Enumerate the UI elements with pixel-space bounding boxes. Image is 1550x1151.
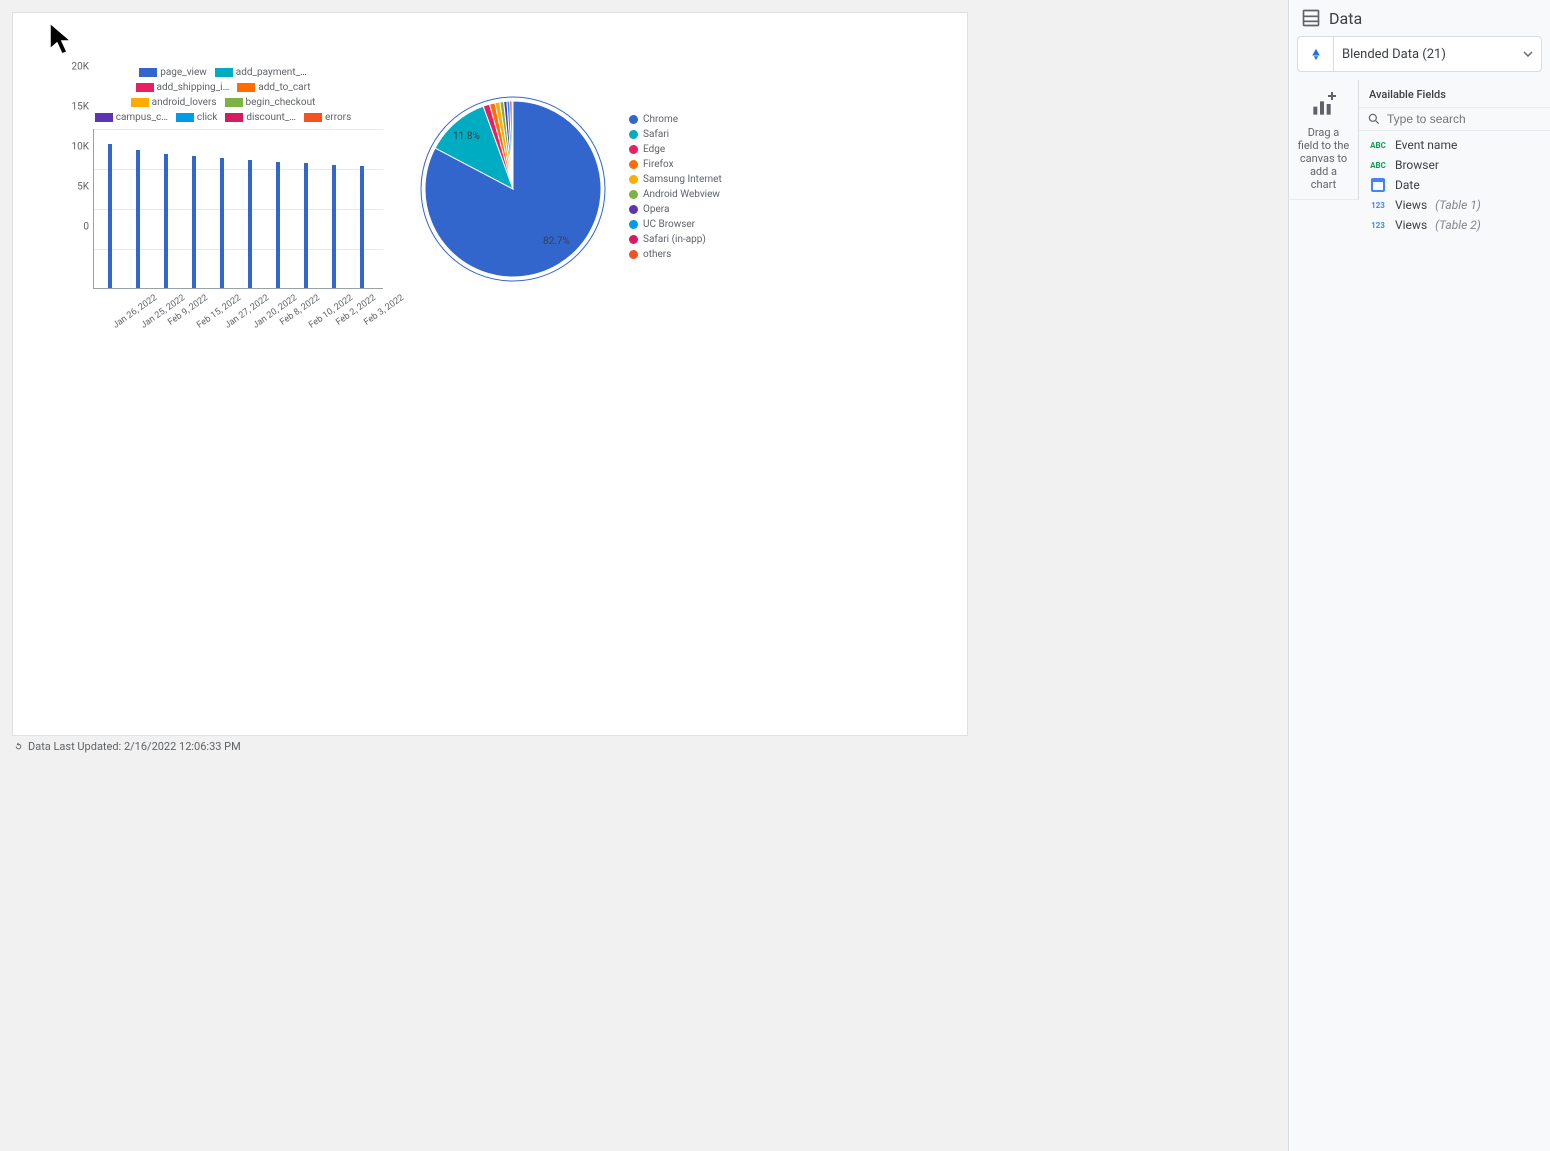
chevron-down-icon	[1523, 49, 1533, 59]
legend-item: add_shipping_i…	[136, 82, 230, 93]
legend-item: others	[629, 249, 722, 260]
legend-item: Samsung Internet	[629, 174, 722, 185]
field-type-icon: 123	[1367, 201, 1389, 210]
svg-text:82.7%: 82.7%	[543, 236, 570, 247]
data-panel: Data Blended Data (21) Dra	[1288, 0, 1550, 1151]
legend-item: page_view	[139, 67, 207, 78]
data-panel-header: Data	[1289, 0, 1550, 36]
report-canvas-area[interactable]: page_view add_payment_… add_shipping_i… add…	[0, 0, 1288, 1151]
drop-zone[interactable]: Drag a field to the canvas to add a char…	[1289, 80, 1359, 200]
bar-chart-legend: page_view add_payment_… add_shipping_i… add…	[43, 67, 383, 129]
field-search-input[interactable]	[1387, 112, 1542, 126]
legend-item: Opera	[629, 204, 722, 215]
legend-item: Android Webview	[629, 189, 722, 200]
field-suffix: (Table 1)	[1435, 198, 1481, 212]
pie-chart-svg: 82.7% 11.8%	[413, 89, 613, 289]
field-type-icon: ABC	[1367, 161, 1389, 170]
field-name: Browser	[1395, 158, 1439, 172]
add-chart-icon	[1308, 88, 1340, 120]
legend-item: Edge	[629, 144, 722, 155]
blend-data-button[interactable]	[1297, 36, 1333, 72]
field-name: Event name	[1395, 138, 1457, 152]
field-item[interactable]: ABC Browser	[1359, 155, 1550, 175]
data-panel-title: Data	[1329, 9, 1362, 28]
field-item[interactable]: Date	[1359, 175, 1550, 195]
field-type-icon: ABC	[1367, 141, 1389, 150]
refresh-icon	[12, 741, 24, 753]
available-fields-header: Available Fields	[1359, 80, 1550, 108]
field-name: Date	[1395, 178, 1420, 192]
data-icon	[1301, 8, 1321, 28]
datasource-label: Blended Data (21)	[1342, 47, 1446, 62]
legend-item: campus_c…	[95, 112, 168, 123]
legend-item: add_to_cart	[237, 82, 310, 93]
field-list: ABC Event name ABC Browser Date 123 Views (Tabl…	[1359, 131, 1550, 235]
legend-item: discount_…	[225, 112, 296, 123]
field-type-icon	[1367, 178, 1389, 192]
svg-text:11.8%: 11.8%	[453, 131, 480, 142]
legend-item: click	[176, 112, 217, 123]
field-suffix: (Table 2)	[1435, 218, 1481, 232]
field-name: Views	[1395, 218, 1427, 232]
status-text: Data Last Updated: 2/16/2022 12:06:33 PM	[28, 740, 241, 753]
legend-item: errors	[304, 112, 351, 123]
legend-item: begin_checkout	[225, 97, 316, 108]
legend-item: Chrome	[629, 114, 722, 125]
legend-item: android_lovers	[131, 97, 217, 108]
field-item[interactable]: 123 Views (Table 2)	[1359, 215, 1550, 235]
status-bar: Data Last Updated: 2/16/2022 12:06:33 PM	[12, 740, 241, 753]
field-search[interactable]	[1359, 108, 1550, 131]
legend-item: Safari (in-app)	[629, 234, 722, 245]
pie-chart-legend: Chrome Safari Edge Firefox Samsung Internet A…	[629, 114, 722, 264]
pie-chart[interactable]: 82.7% 11.8% Chrome Safari Edge Firefox Samsun…	[413, 89, 722, 289]
bar-chart[interactable]: page_view add_payment_… add_shipping_i… add…	[43, 67, 383, 329]
legend-item: Firefox	[629, 159, 722, 170]
report-canvas[interactable]: page_view add_payment_… add_shipping_i… add…	[12, 12, 968, 736]
legend-item: Safari	[629, 129, 722, 140]
legend-item: add_payment_…	[215, 67, 307, 78]
field-type-icon: 123	[1367, 221, 1389, 230]
cursor-icon	[47, 21, 75, 61]
legend-item: UC Browser	[629, 219, 722, 230]
search-icon	[1367, 112, 1381, 126]
blend-icon	[1307, 45, 1325, 63]
field-name: Views	[1395, 198, 1427, 212]
bar-chart-xlabels: Jan 26, 2022Jan 25, 2022Feb 9, 2022Feb 1…	[93, 289, 383, 329]
datasource-select[interactable]: Blended Data (21)	[1333, 36, 1542, 72]
bar-chart-plot	[93, 129, 383, 289]
field-item[interactable]: 123 Views (Table 1)	[1359, 195, 1550, 215]
drop-zone-hint: Drag a field to the canvas to add a char…	[1297, 126, 1350, 191]
field-item[interactable]: ABC Event name	[1359, 135, 1550, 155]
